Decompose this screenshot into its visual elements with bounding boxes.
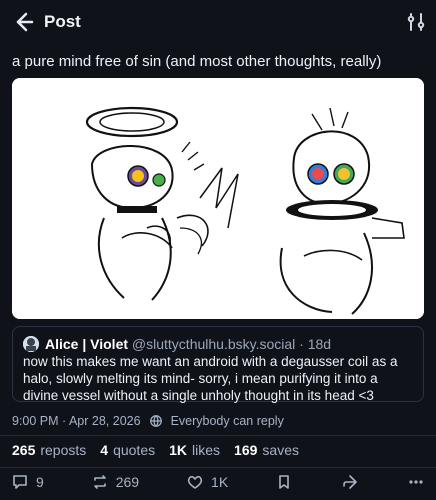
saves-label: saves [262,442,299,458]
likes-count: 1K [169,442,188,458]
filter-button[interactable] [404,10,428,34]
like-count: 1K [211,474,229,490]
page-title: Post [44,12,81,31]
post-meta: 9:00 PM · Apr 28, 2026 Everybody can rep… [12,414,284,428]
reply-visibility[interactable]: Everybody can reply [171,414,284,428]
repost-button[interactable]: 269 [90,472,139,492]
heart-icon [187,475,203,489]
divider [0,467,436,468]
divider [0,435,436,436]
reposts-label: reposts [40,442,87,458]
faded-handle-artifact [14,34,314,46]
post-timestamp: 9:00 PM · Apr 28, 2026 [12,414,141,428]
top-bar: Post [0,0,436,44]
repost-count: 269 [115,474,140,490]
quoted-display-name[interactable]: Alice | Violet [45,336,128,352]
arrow-left-icon [16,12,34,32]
sliders-icon [407,13,425,31]
post-text: a pure mind free of sin (and most other … [12,53,382,70]
reposts-count: 265 [12,442,36,458]
quoted-post[interactable]: Alice | Violet @sluttycthulhu.bsky.socia… [12,326,424,403]
engagement-stats: 265 reposts 4 quotes 1K likes 169 saves [12,442,299,458]
back-button[interactable] [8,8,36,36]
avatar-image [23,336,39,352]
quoted-text: now this makes me want an android with a… [23,354,398,403]
quotes-count: 4 [100,442,109,458]
saves-stat[interactable]: 169 saves [234,442,299,458]
bookmark-icon [279,475,289,489]
bookmark-button[interactable] [274,472,294,492]
likes-label: likes [192,442,221,458]
quoted-time: · 18d [299,336,332,352]
reply-button[interactable]: 9 [10,472,44,492]
likes-stat[interactable]: 1K likes [169,442,220,458]
sketch-illustration [12,78,424,319]
quoted-handle[interactable]: @sluttycthulhu.bsky.social [132,336,295,352]
share-button[interactable] [340,472,360,492]
globe-icon [149,415,162,427]
reply-count: 9 [36,474,44,490]
quoted-avatar[interactable] [23,336,39,352]
quotes-label: quotes [113,442,156,458]
more-icon [409,480,423,484]
comment-icon [13,475,27,489]
quotes-stat[interactable]: 4 quotes [100,442,155,458]
post-screen: Post a pure mind free of sin (and most o… [0,0,436,500]
repost-icon [93,475,106,489]
like-button[interactable]: 1K [185,472,228,492]
post-actions: 9 269 1K [10,470,426,494]
post-image[interactable] [12,78,424,319]
reposts-stat[interactable]: 265 reposts [12,442,86,458]
quoted-header: Alice | Violet @sluttycthulhu.bsky.socia… [45,335,331,353]
share-icon [343,475,357,489]
saves-count: 169 [234,442,258,458]
more-button[interactable] [406,472,426,492]
